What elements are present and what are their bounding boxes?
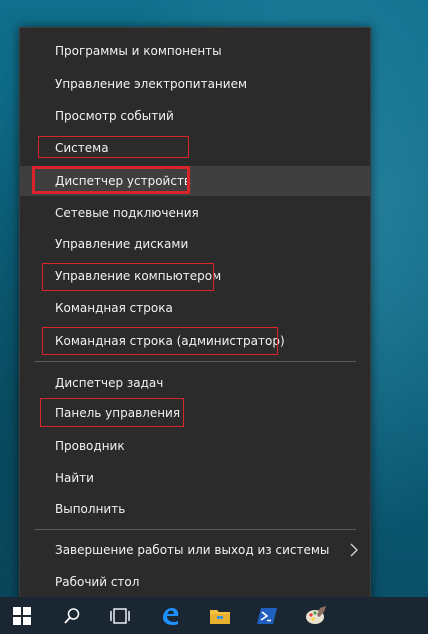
menu-item-label: Программы и компоненты (55, 44, 222, 58)
menu-item-desktop[interactable]: Рабочий стол (20, 567, 370, 597)
file-explorer-icon[interactable] (198, 597, 242, 634)
menu-item-label: Найти (55, 471, 94, 485)
menu-item-programs-and-features[interactable]: Программы и компоненты (20, 36, 370, 66)
menu-item-task-manager[interactable]: Диспетчер задач (20, 368, 370, 398)
menu-item-label: Сетевые подключения (55, 206, 199, 220)
menu-item-label: Завершение работы или выход из системы (55, 543, 330, 557)
menu-item-label: Выполнить (55, 502, 126, 516)
menu-item-label: Система (55, 141, 109, 155)
menu-item-power-options[interactable]: Управление электропитанием (20, 69, 370, 99)
menu-item-file-explorer[interactable]: Проводник (20, 431, 370, 461)
menu-item-label: Управление дисками (55, 237, 189, 251)
menu-item-label: Управление электропитанием (55, 77, 247, 91)
windows-start-icon[interactable] (0, 597, 44, 634)
menu-item-shutdown-or-signout[interactable]: Завершение работы или выход из системы (20, 535, 370, 565)
paint-icon[interactable] (294, 597, 338, 634)
menu-item-label: Диспетчер устройств (55, 174, 192, 188)
winx-context-menu: Программы и компоненты Управление электр… (19, 27, 371, 607)
menu-item-event-viewer[interactable]: Просмотр событий (20, 101, 370, 131)
menu-item-disk-management[interactable]: Управление дисками (20, 229, 370, 259)
menu-item-device-manager[interactable]: Диспетчер устройств (20, 166, 370, 196)
menu-item-network-connections[interactable]: Сетевые подключения (20, 198, 370, 228)
menu-item-label: Панель управления (55, 406, 181, 420)
menu-item-label: Командная строка (администратор) (55, 334, 285, 348)
powershell-icon[interactable] (245, 597, 289, 634)
menu-item-control-panel[interactable]: Панель управления (20, 398, 370, 428)
edge-icon[interactable] (148, 597, 192, 634)
taskbar (0, 597, 428, 634)
menu-item-system[interactable]: Система (20, 133, 370, 163)
chevron-right-icon (348, 543, 360, 557)
menu-item-search[interactable]: Найти (20, 463, 370, 493)
menu-item-label: Рабочий стол (55, 575, 140, 589)
menu-item-computer-management[interactable]: Управление компьютером (20, 261, 370, 291)
menu-separator (34, 361, 356, 362)
search-icon[interactable] (50, 597, 94, 634)
menu-item-run[interactable]: Выполнить (20, 494, 370, 524)
task-view-icon[interactable] (98, 597, 142, 634)
menu-item-label: Управление компьютером (55, 269, 222, 283)
menu-separator (34, 529, 356, 530)
menu-item-label: Диспетчер задач (55, 376, 164, 390)
menu-item-label: Проводник (55, 439, 125, 453)
menu-item-command-prompt[interactable]: Командная строка (20, 293, 370, 323)
menu-item-label: Просмотр событий (55, 109, 174, 123)
menu-item-label: Командная строка (55, 301, 173, 315)
menu-item-command-prompt-admin[interactable]: Командная строка (администратор) (20, 326, 370, 356)
